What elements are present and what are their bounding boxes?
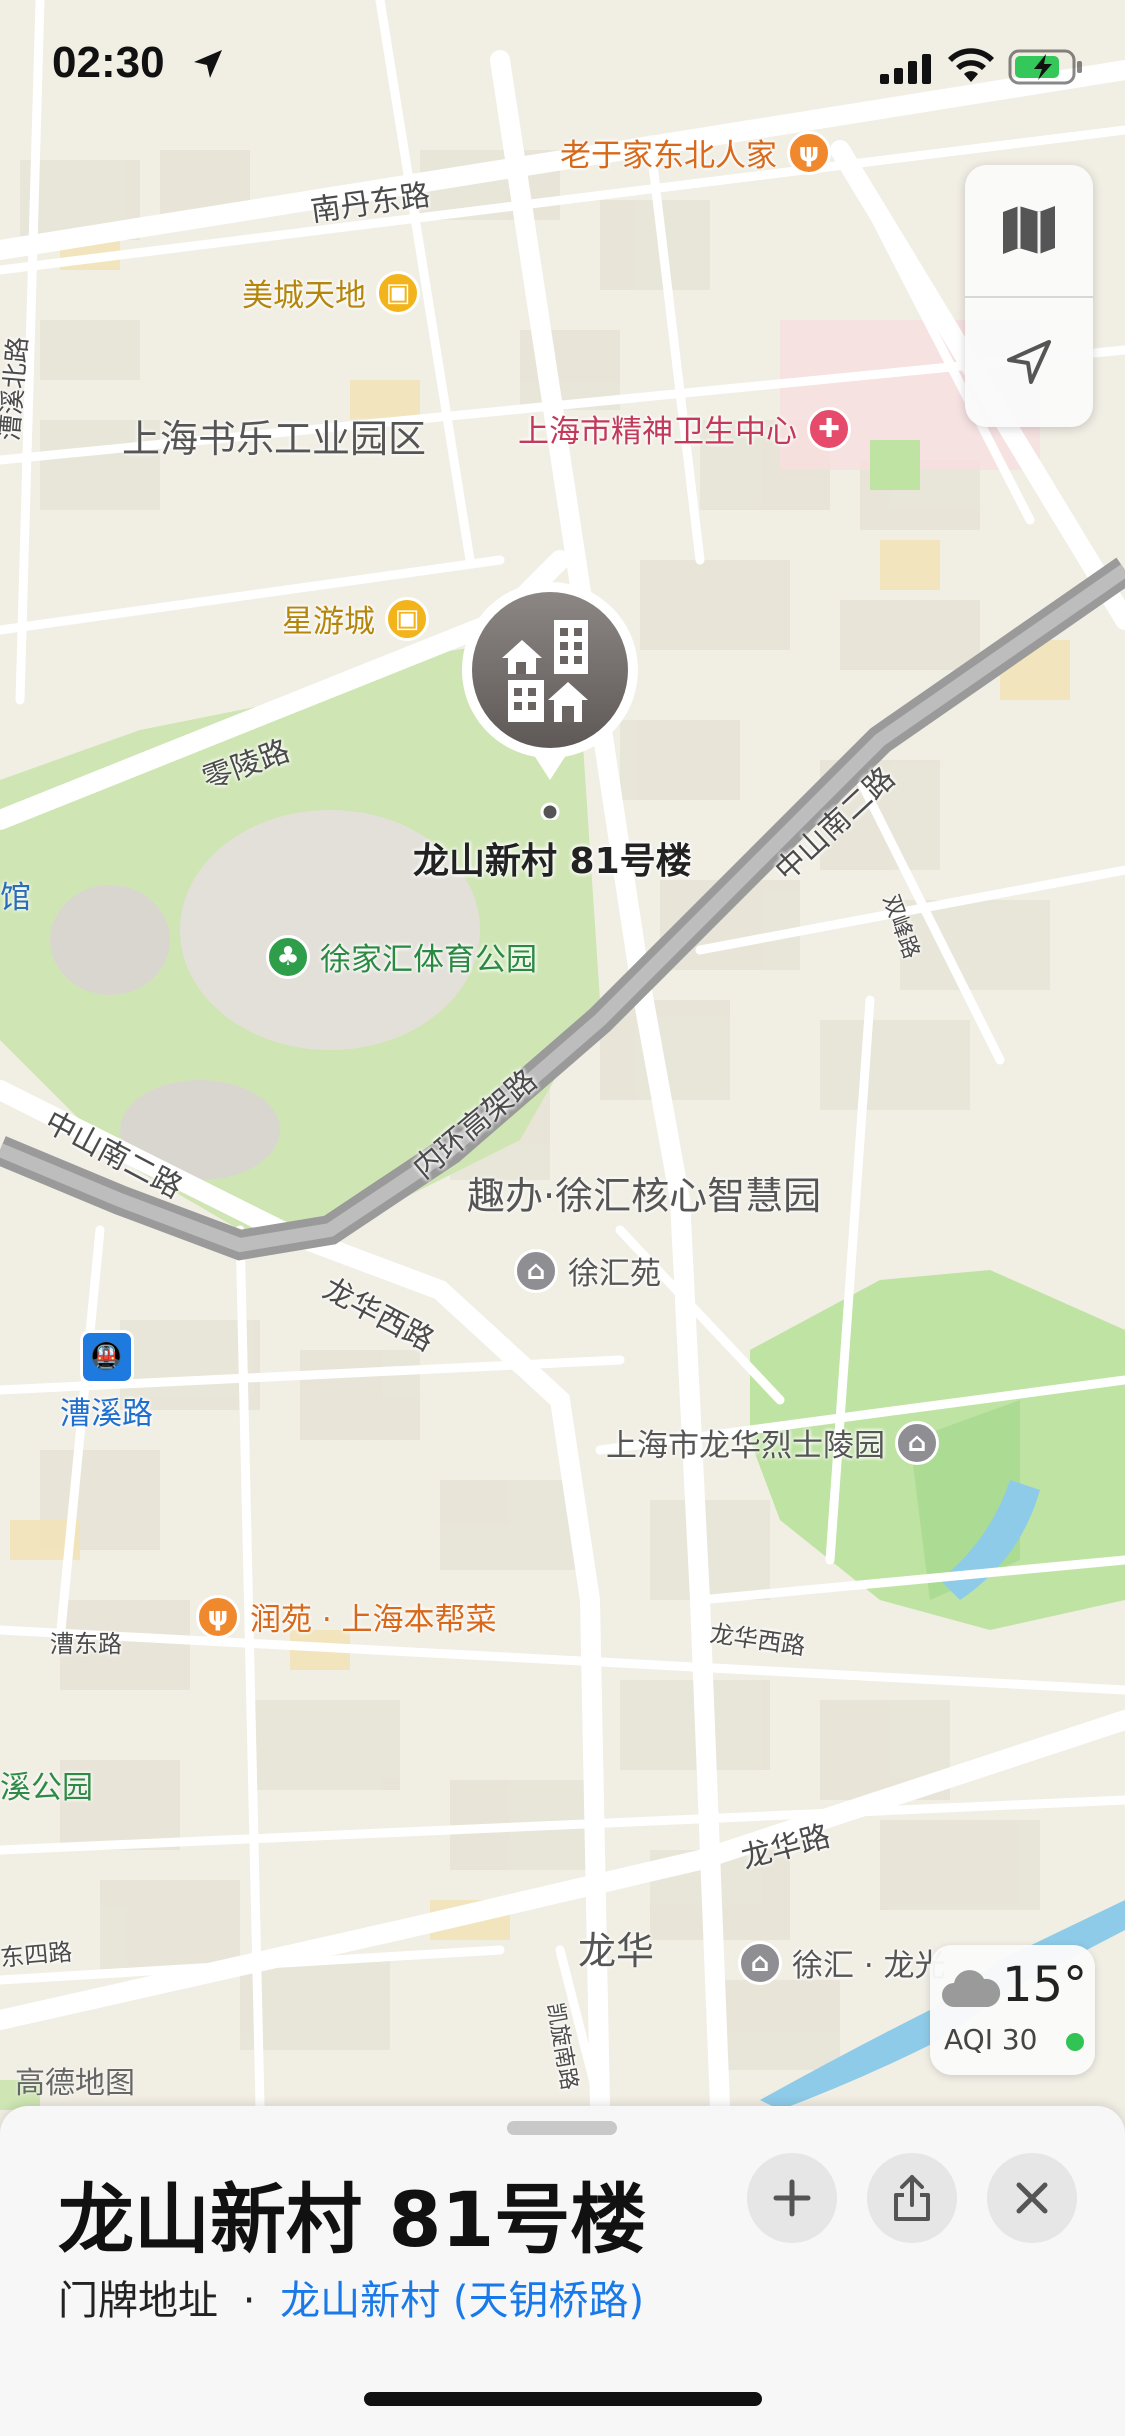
poi-martyrs-cemetery-label: 上海市龙华烈士陵园 <box>606 1428 885 1464</box>
address-link[interactable]: 龙山新村 (天钥桥路) <box>280 2278 644 2324</box>
poi-caoxi-station[interactable]: 🚇 漕溪路 <box>60 1330 153 1433</box>
map-icon <box>1003 206 1055 254</box>
status-bar: 02:30 <box>0 0 1125 140</box>
poi-mental-health[interactable]: 上海市精神卫生中心 ✚ <box>518 406 851 451</box>
subtitle-separator: · <box>242 2278 256 2324</box>
residential-house-icon: ⌂ <box>514 1248 558 1293</box>
home-indicator[interactable] <box>364 2392 762 2406</box>
share-icon <box>894 2175 930 2221</box>
address-type-label: 门牌地址 <box>58 2278 218 2324</box>
shopping-bag-icon: ▣ <box>376 270 420 315</box>
poi-xingyou-label: 星游城 <box>282 604 375 640</box>
place-card-sheet[interactable]: 龙山新村 81号楼 门牌地址 · 龙山新村 (天钥桥路) <box>0 2106 1125 2436</box>
poi-runyuan[interactable]: ψ 润苑 · 上海本帮菜 <box>196 1594 497 1639</box>
road-label-caodong: 漕东路 <box>50 1630 122 1658</box>
residential-house-icon: ⌂ <box>738 1940 782 1985</box>
weather-aqi: AQI 30 <box>944 2023 1038 2056</box>
landmark-icon: ⌂ <box>895 1420 939 1465</box>
poi-xingyou[interactable]: 星游城 ▣ <box>282 596 429 641</box>
weather-widget[interactable]: 15° AQI 30 <box>930 1945 1095 2075</box>
poi-xujiahui-park[interactable]: ♣ 徐家汇体育公园 <box>266 934 537 979</box>
close-button[interactable] <box>987 2153 1077 2243</box>
poi-runyuan-label: 润苑 · 上海本帮菜 <box>250 1602 497 1638</box>
map-provider-watermark: 高德地图 <box>15 2066 135 2101</box>
add-button[interactable] <box>747 2153 837 2243</box>
poi-mental-health-label: 上海市精神卫生中心 <box>518 414 797 450</box>
poi-martyrs-cemetery[interactable]: 上海市龙华烈士陵园 ⌂ <box>606 1420 939 1465</box>
area-label-longhua: 龙华 <box>578 1929 655 1973</box>
sheet-grabber[interactable] <box>507 2121 617 2135</box>
restaurant-icon: ψ <box>196 1594 240 1639</box>
place-title: 龙山新村 81号楼 <box>58 2175 647 2264</box>
selected-pin-label: 龙山新村 81号楼 <box>413 841 692 882</box>
location-arrow-icon <box>194 50 222 78</box>
poi-meicheng[interactable]: 美城天地 ▣ <box>242 270 420 315</box>
area-label-guan: 馆 <box>0 880 31 916</box>
poi-xuhui-long-label: 徐汇 · 龙光 <box>792 1948 946 1984</box>
selected-place-pin[interactable] <box>450 570 650 824</box>
poi-meicheng-label: 美城天地 <box>242 278 366 314</box>
aqi-status-dot <box>1066 2033 1084 2051</box>
metro-train-icon: 🚇 <box>79 1330 134 1384</box>
area-label-xiyuan: 溪公园 <box>0 1770 93 1806</box>
cloud-icon <box>942 1970 1001 2007</box>
poi-xuhuiyuan[interactable]: ⌂ 徐汇苑 <box>514 1248 661 1293</box>
map-mode-button[interactable] <box>965 165 1093 295</box>
close-icon <box>1016 2182 1048 2214</box>
current-location-button[interactable] <box>965 297 1093 427</box>
battery-charging-icon <box>1008 49 1082 85</box>
plus-icon <box>773 2179 811 2217</box>
building-pin-icon <box>461 582 638 822</box>
place-subtitle: 门牌地址 · 龙山新村 (天钥桥路) <box>58 2268 644 2326</box>
cellular-signal-icon <box>880 54 931 84</box>
poi-xuhui-long[interactable]: ⌂ 徐汇 · 龙光 <box>738 1940 946 1985</box>
location-arrow-icon <box>1007 340 1051 384</box>
poi-xuhuiyuan-label: 徐汇苑 <box>568 1256 661 1292</box>
area-label-shule-park: 上海书乐工业园区 <box>122 417 427 461</box>
tree-icon: ♣ <box>266 934 310 979</box>
wifi-icon <box>948 48 994 82</box>
road-label-dongsi: 东四路 <box>0 1937 74 1973</box>
poi-xujiahui-park-label: 徐家汇体育公园 <box>320 942 537 978</box>
status-time: 02:30 <box>52 38 165 87</box>
area-label-qubang: 趣办·徐汇核心智慧园 <box>467 1174 822 1218</box>
map-controls <box>965 165 1093 427</box>
poi-caoxi-station-label: 漕溪路 <box>60 1396 153 1432</box>
shopping-bag-icon: ▣ <box>385 596 429 641</box>
weather-temperature: 15° <box>1002 1957 1088 2013</box>
share-button[interactable] <box>867 2153 957 2243</box>
hospital-cross-icon: ✚ <box>807 406 851 451</box>
